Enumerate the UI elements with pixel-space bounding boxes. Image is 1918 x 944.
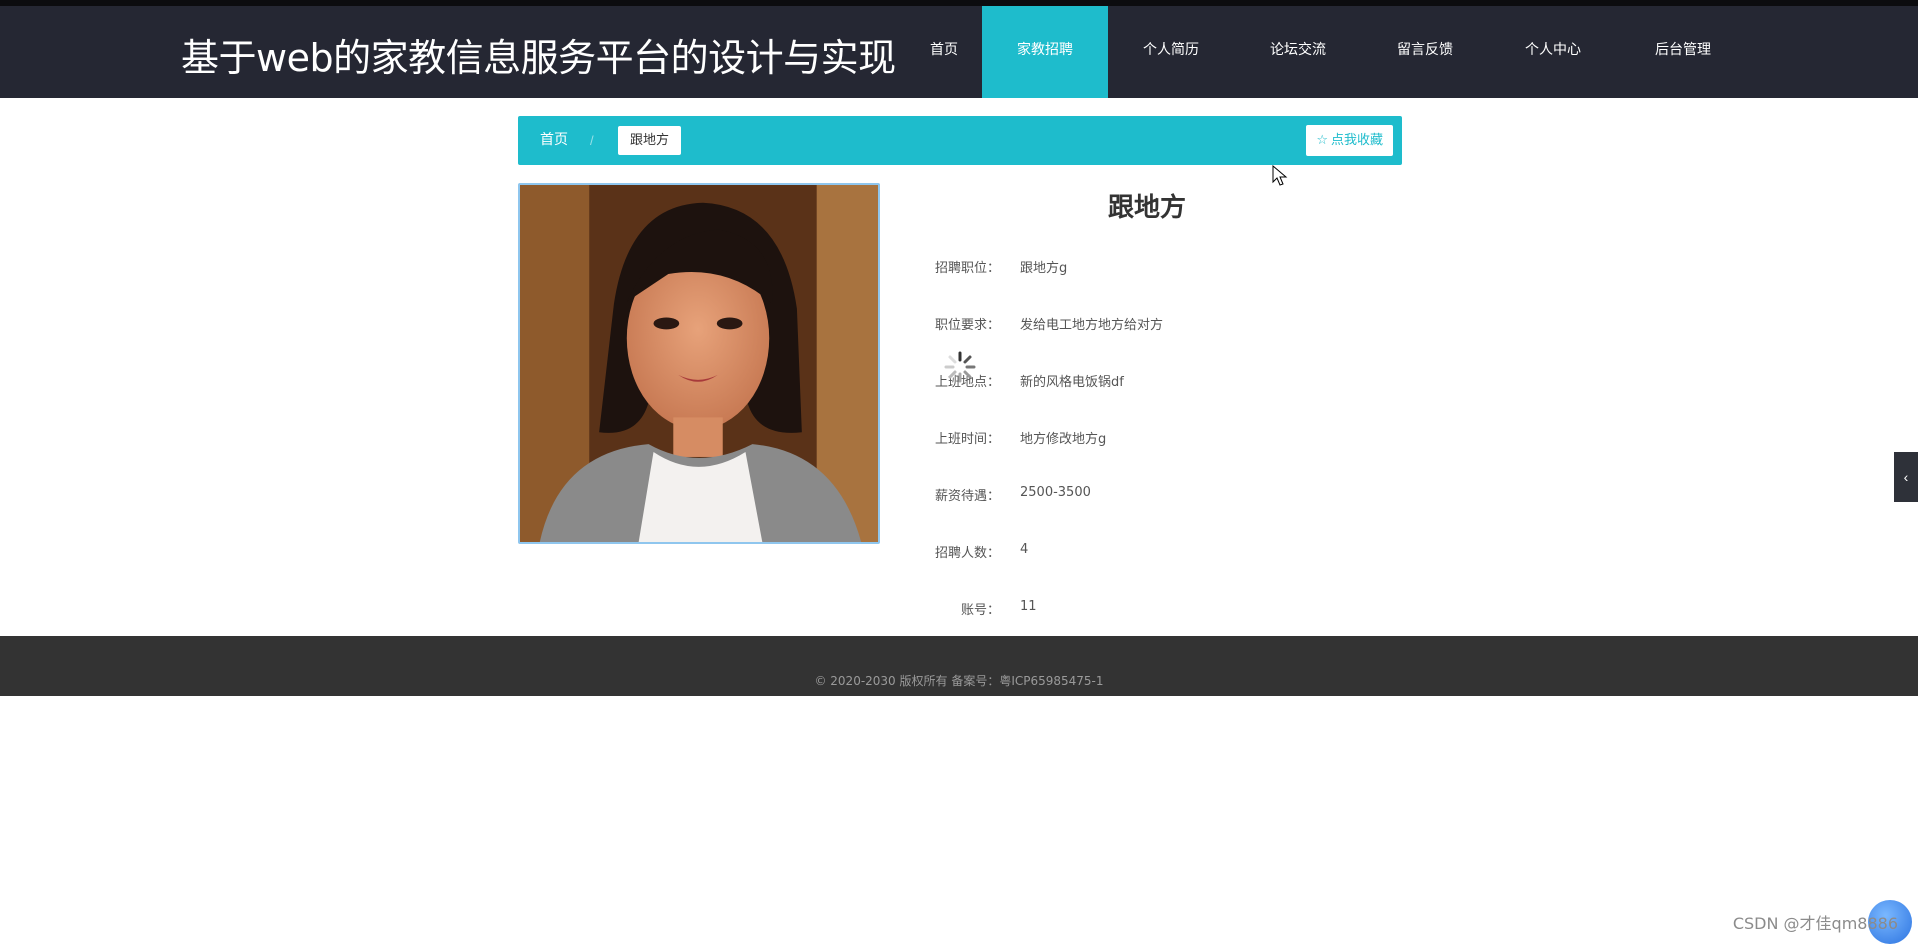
field-value: 4 <box>1020 542 1029 557</box>
field-label: 薪资待遇： <box>934 489 1000 504</box>
loading-spinner-icon <box>943 350 977 384</box>
nav-item-forum[interactable]: 论坛交流 <box>1234 6 1362 98</box>
watermark: CSDN @才佳qm8886 <box>1732 914 1898 933</box>
field-value: 地方修改地方g <box>1020 432 1107 447</box>
favorite-button[interactable]: ☆ 点我收藏 <box>1306 125 1393 156</box>
favorite-label: 点我收藏 <box>1330 133 1383 148</box>
detail-row-salary: 薪资待遇： 2500-3500 <box>900 485 1400 505</box>
field-label: 职位要求： <box>934 318 1000 333</box>
detail-row-account: 账号： 11 <box>900 599 1400 619</box>
detail-photo <box>518 183 880 544</box>
nav-item-tutor-recruitment[interactable]: 家教招聘 <box>982 6 1108 98</box>
detail-title: 跟地方 <box>1108 193 1187 223</box>
breadcrumb-current: 跟地方 <box>618 126 682 155</box>
portrait-image <box>520 185 878 542</box>
breadcrumb: 首页 / 跟地方 ☆ 点我收藏 <box>518 116 1402 165</box>
nav-item-feedback[interactable]: 留言反馈 <box>1362 6 1488 98</box>
nav-item-user-center[interactable]: 个人中心 <box>1488 6 1618 98</box>
detail-row-requirements: 职位要求： 发给电工地方地方给对方 <box>900 314 1400 334</box>
side-panel-toggle[interactable]: ‹ <box>1894 452 1918 502</box>
breadcrumb-separator: / <box>590 133 594 148</box>
footer: © 2020-2030 版权所有 备案号：粤ICP65985475-1 <box>0 636 1918 696</box>
detail-row-headcount: 招聘人数： 4 <box>900 542 1400 562</box>
breadcrumb-home-link[interactable]: 首页 <box>540 116 568 165</box>
detail-row-work-time: 上班时间： 地方修改地方g <box>900 428 1400 448</box>
chevron-left-icon: ‹ <box>1903 469 1909 485</box>
footer-copyright: © 2020-2030 版权所有 备案号：粤ICP65985475-1 <box>814 674 1104 688</box>
mouse-cursor-icon <box>1272 165 1288 186</box>
nav-item-resume[interactable]: 个人简历 <box>1108 6 1234 98</box>
site-title: 基于web的家教信息服务平台的设计与实现 <box>181 36 896 80</box>
field-label: 上班时间： <box>934 432 1000 447</box>
field-value: 11 <box>1020 599 1037 614</box>
field-label: 招聘人数： <box>934 546 1000 561</box>
field-value: 2500-3500 <box>1020 485 1091 500</box>
field-label: 招聘职位： <box>934 261 1000 276</box>
detail-row-position: 招聘职位： 跟地方g <box>900 257 1400 277</box>
field-value: 新的风格电饭锅df <box>1020 375 1124 390</box>
field-value: 跟地方g <box>1020 261 1068 276</box>
field-label: 账号： <box>960 603 1000 618</box>
field-value: 发给电工地方地方给对方 <box>1020 318 1164 333</box>
top-navbar: 基于web的家教信息服务平台的设计与实现 首页 家教招聘 个人简历 论坛交流 留… <box>0 0 1918 98</box>
star-outline-icon: ☆ <box>1316 133 1328 148</box>
nav-item-home[interactable]: 首页 <box>896 6 992 98</box>
nav-item-admin[interactable]: 后台管理 <box>1618 6 1748 98</box>
